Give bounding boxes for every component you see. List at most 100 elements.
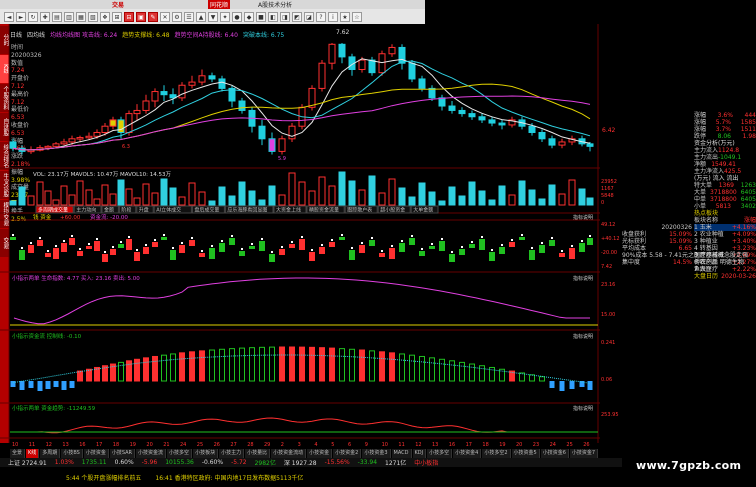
bottom-tab[interactable]: K线: [26, 449, 40, 458]
status-item: 0.60%: [114, 459, 134, 466]
hot-sector-row[interactable]: 4 转基因 +3.23%: [694, 245, 756, 252]
money-dot: [461, 246, 463, 248]
bottom-tab[interactable]: 小技资金5: [511, 449, 540, 458]
bottom-tab[interactable]: 小技资金6: [540, 449, 569, 458]
volume-bar: [68, 194, 76, 206]
lifeline-help-link[interactable]: 指标说明: [573, 275, 593, 282]
bottom-tab[interactable]: 小技BS: [61, 449, 83, 458]
hot-sector-row[interactable]: 2 农业种植 +4.09%: [694, 231, 756, 238]
bottom-tab[interactable]: 小技资金4: [453, 449, 482, 458]
indicator-tab-label[interactable]: 应乐海豚看回显图: [227, 207, 267, 214]
money-bar: [161, 237, 167, 240]
volume-bar: [218, 186, 226, 206]
x-axis-date: 23: [533, 442, 539, 448]
hot-sector-row[interactable]: 1 玉米 +4.16%: [694, 224, 756, 231]
money-dot: [96, 238, 98, 240]
bottom-tab[interactable]: KDJ: [412, 449, 427, 458]
volume-bar: [258, 199, 266, 206]
bottom-tab[interactable]: 小技资金流: [136, 449, 167, 458]
bottom-tab[interactable]: 小技资金3: [362, 449, 391, 458]
indicator-tab-label[interactable]: 大单金额: [413, 207, 433, 214]
indicator-tab-label[interactable]: 超小股资金: [380, 207, 405, 214]
indicator-tab-label[interactable]: 跟踪散户表: [347, 207, 372, 214]
volume-bar: [142, 183, 150, 206]
bottom-tab[interactable]: MACD: [391, 449, 412, 458]
volume-bar: [52, 199, 60, 206]
bottom-tab[interactable]: 小技多空: [427, 449, 453, 458]
money-dot: [581, 240, 583, 242]
hist-bar: [118, 361, 124, 382]
lifeline-axis-tick: 15.00: [601, 312, 615, 318]
bottom-tab[interactable]: 小技多空2: [482, 449, 511, 458]
bottom-tab[interactable]: 小技板块: [193, 449, 219, 458]
news-item[interactable]: 医疗器械概念股走强: [694, 252, 756, 259]
hot-sector-row[interactable]: 板块名称 涨幅: [694, 217, 756, 224]
bottom-tab[interactable]: 全景: [10, 449, 26, 458]
money-dot: [251, 243, 253, 245]
x-axis-date: 25: [197, 442, 203, 448]
calendar-row[interactable]: 大盘日历 2020-03-26: [694, 273, 756, 280]
volume-bar: [498, 185, 506, 206]
money-dot: [491, 249, 493, 251]
money-bar: [269, 254, 275, 262]
bottom-tab[interactable]: 小技主力: [219, 449, 245, 458]
bottom-tab[interactable]: 小技量比: [245, 449, 271, 458]
hot-sector-row[interactable]: 3 种植业 +3.40%: [694, 238, 756, 245]
bottom-tab[interactable]: 多周期: [40, 449, 61, 458]
order-row-value2: 6405: [740, 196, 756, 203]
breadth-row-label: 涨幅: [694, 112, 707, 119]
indicator-tab-label[interactable]: 金额: [104, 207, 114, 214]
hist-help-link[interactable]: 指标说明: [573, 333, 593, 340]
money-dot: [541, 242, 543, 244]
indicator-tab-label[interactable]: 多周期成交量: [38, 207, 68, 214]
candle-body: [558, 141, 566, 146]
indicator-tab-label[interactable]: 阶段: [121, 207, 131, 214]
bottom-tab[interactable]: 小技资金2: [333, 449, 362, 458]
bottom-tab[interactable]: 小技资金7: [569, 449, 599, 458]
chip-row-value: 15.09%: [669, 231, 692, 238]
hist-bar: [399, 353, 405, 382]
candle-body: [93, 132, 101, 137]
main-chart[interactable]: 7.62 6.42 6.3 5.9 VOL: 23.17万 MAVOL5: 10.47万…: [0, 0, 622, 449]
bottom-tab[interactable]: 小技资金: [307, 449, 333, 458]
candle-body: [498, 122, 506, 126]
hot-sector-title[interactable]: 热点板块: [694, 210, 756, 217]
hist-axis-tick: 0.06: [601, 377, 612, 383]
indicator-tab-label[interactable]: AI立体成交: [156, 207, 181, 214]
money-bar: [110, 249, 116, 255]
trend-help-link[interactable]: 指标说明: [573, 405, 593, 412]
money-dot: [172, 247, 174, 249]
bottom-tab[interactable]: 小技多空: [167, 449, 193, 458]
candle-body: [358, 59, 366, 70]
bottom-tab[interactable]: 小技SAR: [109, 449, 136, 458]
hot-sector-row-value: 涨幅: [743, 217, 756, 224]
chip-row: 光标获利 15.09%: [622, 238, 692, 245]
candle-body: [218, 78, 226, 89]
hot-sector-row-label: 4 转基因: [694, 245, 718, 252]
volume-bar: [558, 193, 566, 206]
indicator-tab-label[interactable]: 精股资金流量: [309, 207, 339, 214]
money-bar: [309, 252, 315, 261]
money-dot: [128, 236, 130, 238]
x-axis-date: 29: [264, 442, 270, 448]
volume-bar: [508, 194, 516, 206]
ticker-item-2[interactable]: 16:41 香港特区政府: 中国内地17日发布数据5113千亿: [155, 473, 303, 482]
indicator-tab-label[interactable]: 主力动向: [76, 207, 96, 214]
cash-section: 主力流入 1124.8 主力流出 -1049.1 净额 1549.41 主力净流入 425.5: [694, 147, 741, 175]
ticker-item-1[interactable]: 5:44 个股开盘涨幅排名前五: [66, 473, 141, 482]
volume-bar: [578, 188, 586, 206]
bottom-tab[interactable]: 小技资金流动: [271, 449, 307, 458]
candle-body: [188, 81, 196, 86]
indicator-tab-label[interactable]: 升盘: [139, 207, 149, 214]
candle-body: [418, 78, 426, 89]
money-help-link[interactable]: 指标说明: [573, 214, 593, 221]
chip-row: 90%成本 5.58 - 7.41元之间: [622, 252, 700, 259]
candle-body: [238, 100, 246, 111]
money-bar: [519, 237, 525, 240]
bottom-tab[interactable]: 小技资金: [83, 449, 109, 458]
indicator-tab-label[interactable]: 盘后成交量: [194, 207, 219, 214]
hist-bar: [449, 360, 455, 382]
hist-bar: [77, 370, 83, 382]
calendar-title: 大盘日历: [694, 273, 719, 280]
indicator-tab-label[interactable]: 大资金上线: [276, 207, 301, 214]
